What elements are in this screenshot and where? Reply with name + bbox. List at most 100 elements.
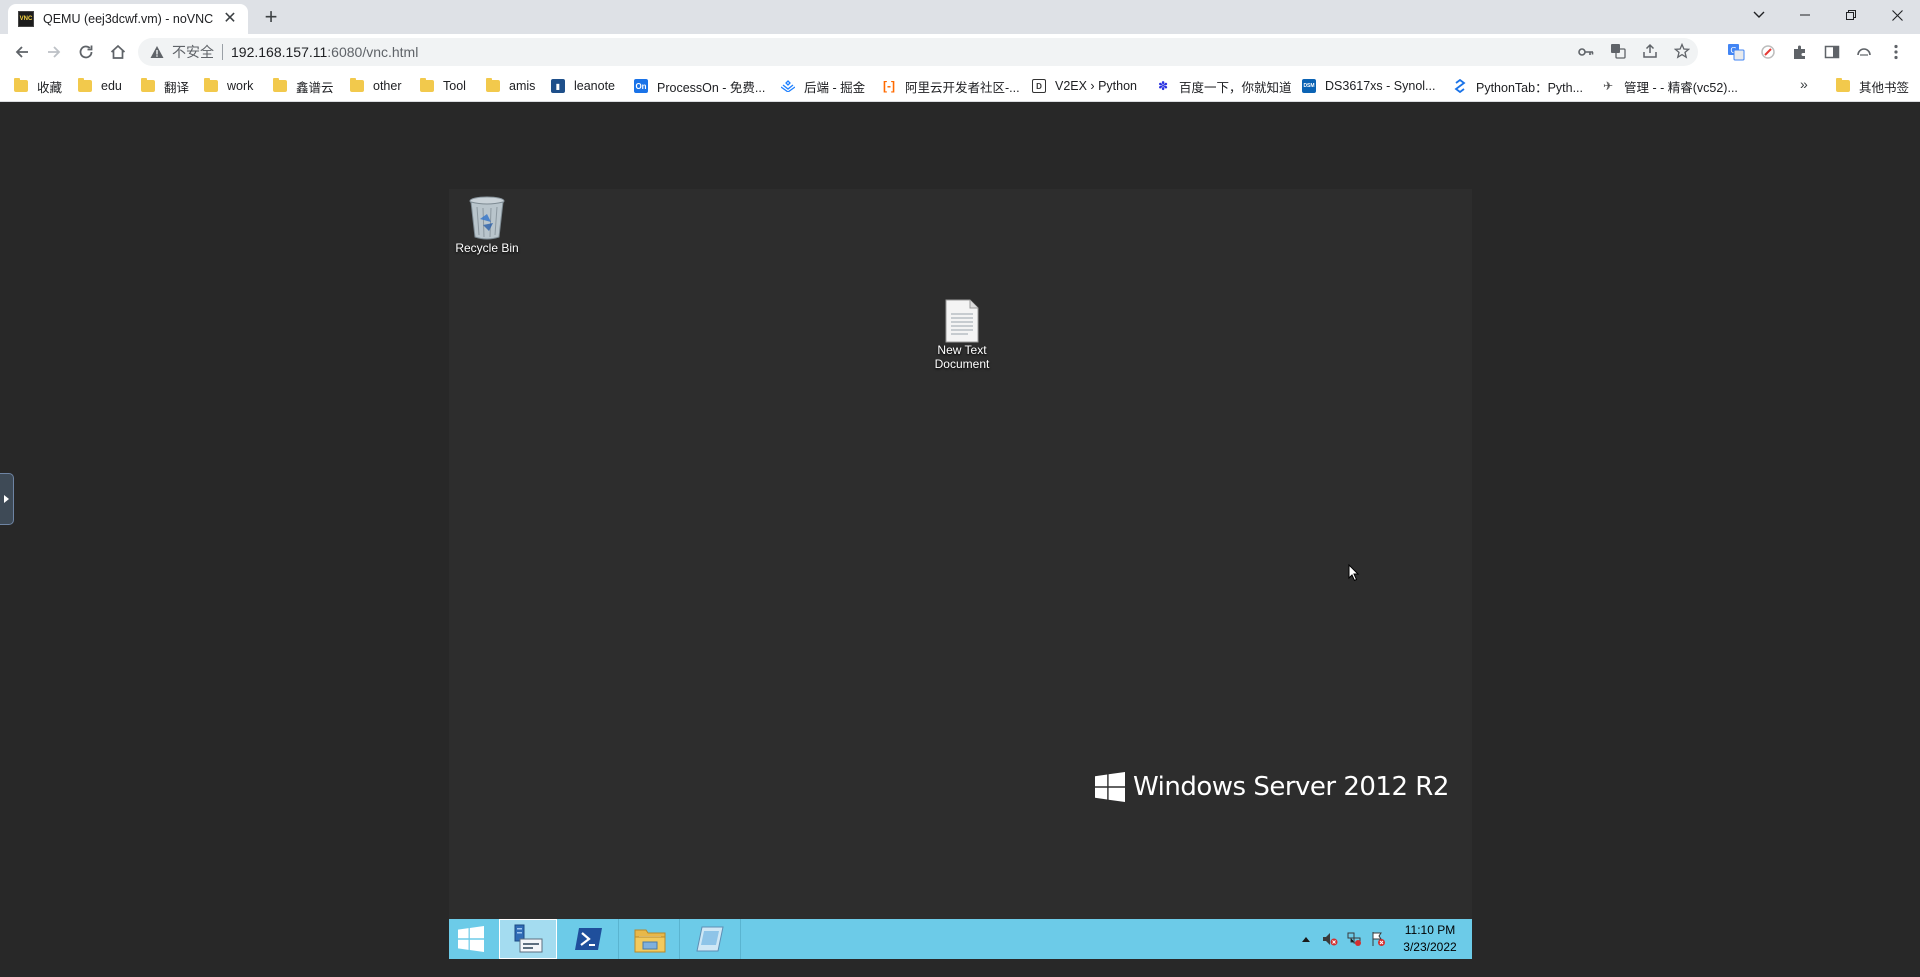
app-taskbar-button[interactable]: [681, 919, 741, 959]
recycle-bin-icon: [469, 196, 505, 240]
google-translate-extension-icon[interactable]: G: [1726, 42, 1746, 62]
powershell-taskbar-button[interactable]: [559, 919, 619, 959]
bookmark-folder[interactable]: Tool: [420, 76, 466, 96]
bookmark-label: 后端 - 掘金: [804, 80, 866, 95]
bookmark-site[interactable]: ✈ 管理 - - 精睿(vc52)...: [1601, 76, 1738, 96]
bookmark-site[interactable]: DSM DS3617xs - Synol...: [1302, 76, 1435, 96]
speaker-muted-icon[interactable]: [1318, 919, 1342, 959]
powershell-icon: [574, 928, 602, 950]
browser-toolbar: 不安全 192.168.157.11 :6080/vnc.html G: [0, 34, 1920, 70]
bookmark-site[interactable]: ✽ 百度一下，你就知道: [1156, 76, 1292, 96]
bookmark-label: 鑫谱云: [296, 80, 334, 95]
v2ex-icon: D: [1032, 79, 1046, 93]
address-bar[interactable]: 不安全 192.168.157.11 :6080/vnc.html: [138, 38, 1698, 66]
bookmark-label: edu: [101, 79, 122, 93]
password-key-icon[interactable]: [1570, 45, 1602, 60]
bookmark-folder[interactable]: edu: [78, 76, 122, 96]
bookmark-label: amis: [509, 79, 536, 93]
tab-strip: VNC QEMU (eej3dcwf.vm) - noVNC ✕ +: [0, 0, 1920, 34]
clock-date: 3/23/2022: [1403, 940, 1457, 954]
more-bookmarks-chevron-icon[interactable]: »: [1800, 76, 1808, 92]
network-icon[interactable]: [1342, 919, 1366, 959]
bookmark-folder[interactable]: 收藏: [14, 76, 62, 96]
reload-icon: [79, 45, 93, 59]
bookmark-folder[interactable]: amis: [486, 76, 535, 96]
reload-button[interactable]: [72, 38, 100, 66]
profile-icon[interactable]: [1854, 42, 1874, 62]
warning-icon[interactable]: [150, 45, 164, 59]
windows-server-watermark: Windows Server 2012 R2: [1095, 772, 1449, 802]
home-button[interactable]: [104, 38, 132, 66]
baidu-paw-icon: ✽: [1157, 79, 1169, 93]
bookmark-site[interactable]: [-] 阿里云开发者社区-...: [882, 76, 1020, 96]
file-explorer-folder-icon: [634, 929, 665, 953]
back-button[interactable]: [8, 38, 36, 66]
recycle-bin-desktop-icon[interactable]: Recycle Bin: [449, 195, 525, 255]
bookmark-site[interactable]: D V2EX › Python: [1032, 76, 1137, 96]
side-panel-icon[interactable]: [1822, 42, 1842, 62]
windows-logo-icon: [1095, 772, 1125, 802]
novnc-favicon-icon: VNC: [18, 11, 34, 27]
bookmark-label: 阿里云开发者社区-...: [905, 80, 1020, 95]
file-explorer-taskbar-button[interactable]: [620, 919, 680, 959]
bookmark-label: 管理 - - 精睿(vc52)...: [1624, 80, 1738, 95]
system-tray: 11:10 PM 3/23/2022: [1294, 919, 1472, 959]
folder-icon: [14, 78, 28, 92]
bookmark-star-icon[interactable]: [1666, 42, 1698, 62]
bookmark-label: 其他书签: [1859, 80, 1910, 95]
bookmark-site[interactable]: 后端 - 掘金: [781, 76, 865, 96]
folder-icon: [486, 78, 500, 92]
show-hidden-icons-caret-icon[interactable]: [1294, 919, 1318, 959]
bookmark-folder[interactable]: work: [204, 76, 253, 96]
tab-search-chevron-down-icon[interactable]: [1736, 0, 1782, 30]
novnc-control-bar-handle[interactable]: [0, 473, 14, 525]
bookmark-folder[interactable]: other: [350, 76, 402, 96]
bookmark-folder[interactable]: 翻译: [141, 76, 189, 96]
taskbar-clock[interactable]: 11:10 PM 3/23/2022: [1394, 922, 1466, 956]
not-secure-label[interactable]: 不安全: [172, 42, 214, 62]
bookmark-label: 翻译: [164, 80, 190, 95]
text-document-icon: [945, 299, 979, 343]
forward-button[interactable]: [40, 38, 68, 66]
pythontab-icon: [1453, 79, 1467, 93]
menu-kebab-icon[interactable]: [1886, 42, 1906, 62]
folder-icon: [78, 78, 92, 92]
bookmark-site[interactable]: PythonTab：Pyth...: [1453, 76, 1583, 96]
bookmark-label: V2EX › Python: [1055, 79, 1137, 93]
windows-start-icon: [458, 926, 484, 952]
server-manager-taskbar-button[interactable]: [499, 919, 557, 959]
bookmark-label: other: [373, 79, 402, 93]
share-icon[interactable]: [1634, 43, 1666, 62]
extension-icon[interactable]: [1758, 42, 1778, 62]
tab-title: QEMU (eej3dcwf.vm) - noVNC: [43, 12, 214, 26]
aliyun-icon: [-]: [883, 79, 895, 93]
recycle-bin-label: Recycle Bin: [455, 241, 519, 255]
minimize-icon[interactable]: [1782, 0, 1828, 30]
restore-icon[interactable]: [1828, 0, 1874, 30]
action-center-flag-error-icon[interactable]: [1366, 919, 1390, 959]
bookmark-site[interactable]: On ProcessOn - 免费...: [634, 76, 765, 96]
translate-icon[interactable]: [1602, 43, 1634, 62]
url-path: :6080/vnc.html: [327, 44, 419, 60]
forward-arrow-icon: [48, 46, 61, 58]
new-tab-button[interactable]: +: [260, 6, 282, 29]
bookmark-label: 百度一下，你就知道: [1179, 80, 1292, 95]
folder-icon: [141, 78, 155, 92]
start-button[interactable]: [449, 919, 493, 959]
extensions-puzzle-icon[interactable]: [1790, 42, 1810, 62]
mouse-cursor-icon: [1348, 564, 1360, 582]
close-window-icon[interactable]: [1874, 0, 1920, 30]
bookmark-site[interactable]: ▮ leanote: [551, 76, 615, 96]
remote-desktop[interactable]: Recycle Bin New Text Document Windows Se…: [449, 189, 1472, 959]
other-bookmarks-folder[interactable]: 其他书签: [1836, 76, 1909, 96]
new-text-document-desktop-icon[interactable]: New Text Document: [914, 299, 1010, 371]
bookmark-label: PythonTab：Pyth...: [1476, 80, 1584, 95]
folder-icon: [1836, 78, 1850, 92]
bookmark-label: leanote: [574, 79, 616, 93]
synology-dsm-icon: DSM: [1302, 79, 1316, 93]
tab-close-icon[interactable]: ✕: [222, 11, 238, 27]
server-manager-icon: [514, 924, 543, 953]
browser-tab-active[interactable]: VNC QEMU (eej3dcwf.vm) - noVNC ✕: [8, 4, 248, 34]
folder-icon: [350, 78, 364, 92]
bookmark-folder[interactable]: 鑫谱云: [273, 76, 334, 96]
